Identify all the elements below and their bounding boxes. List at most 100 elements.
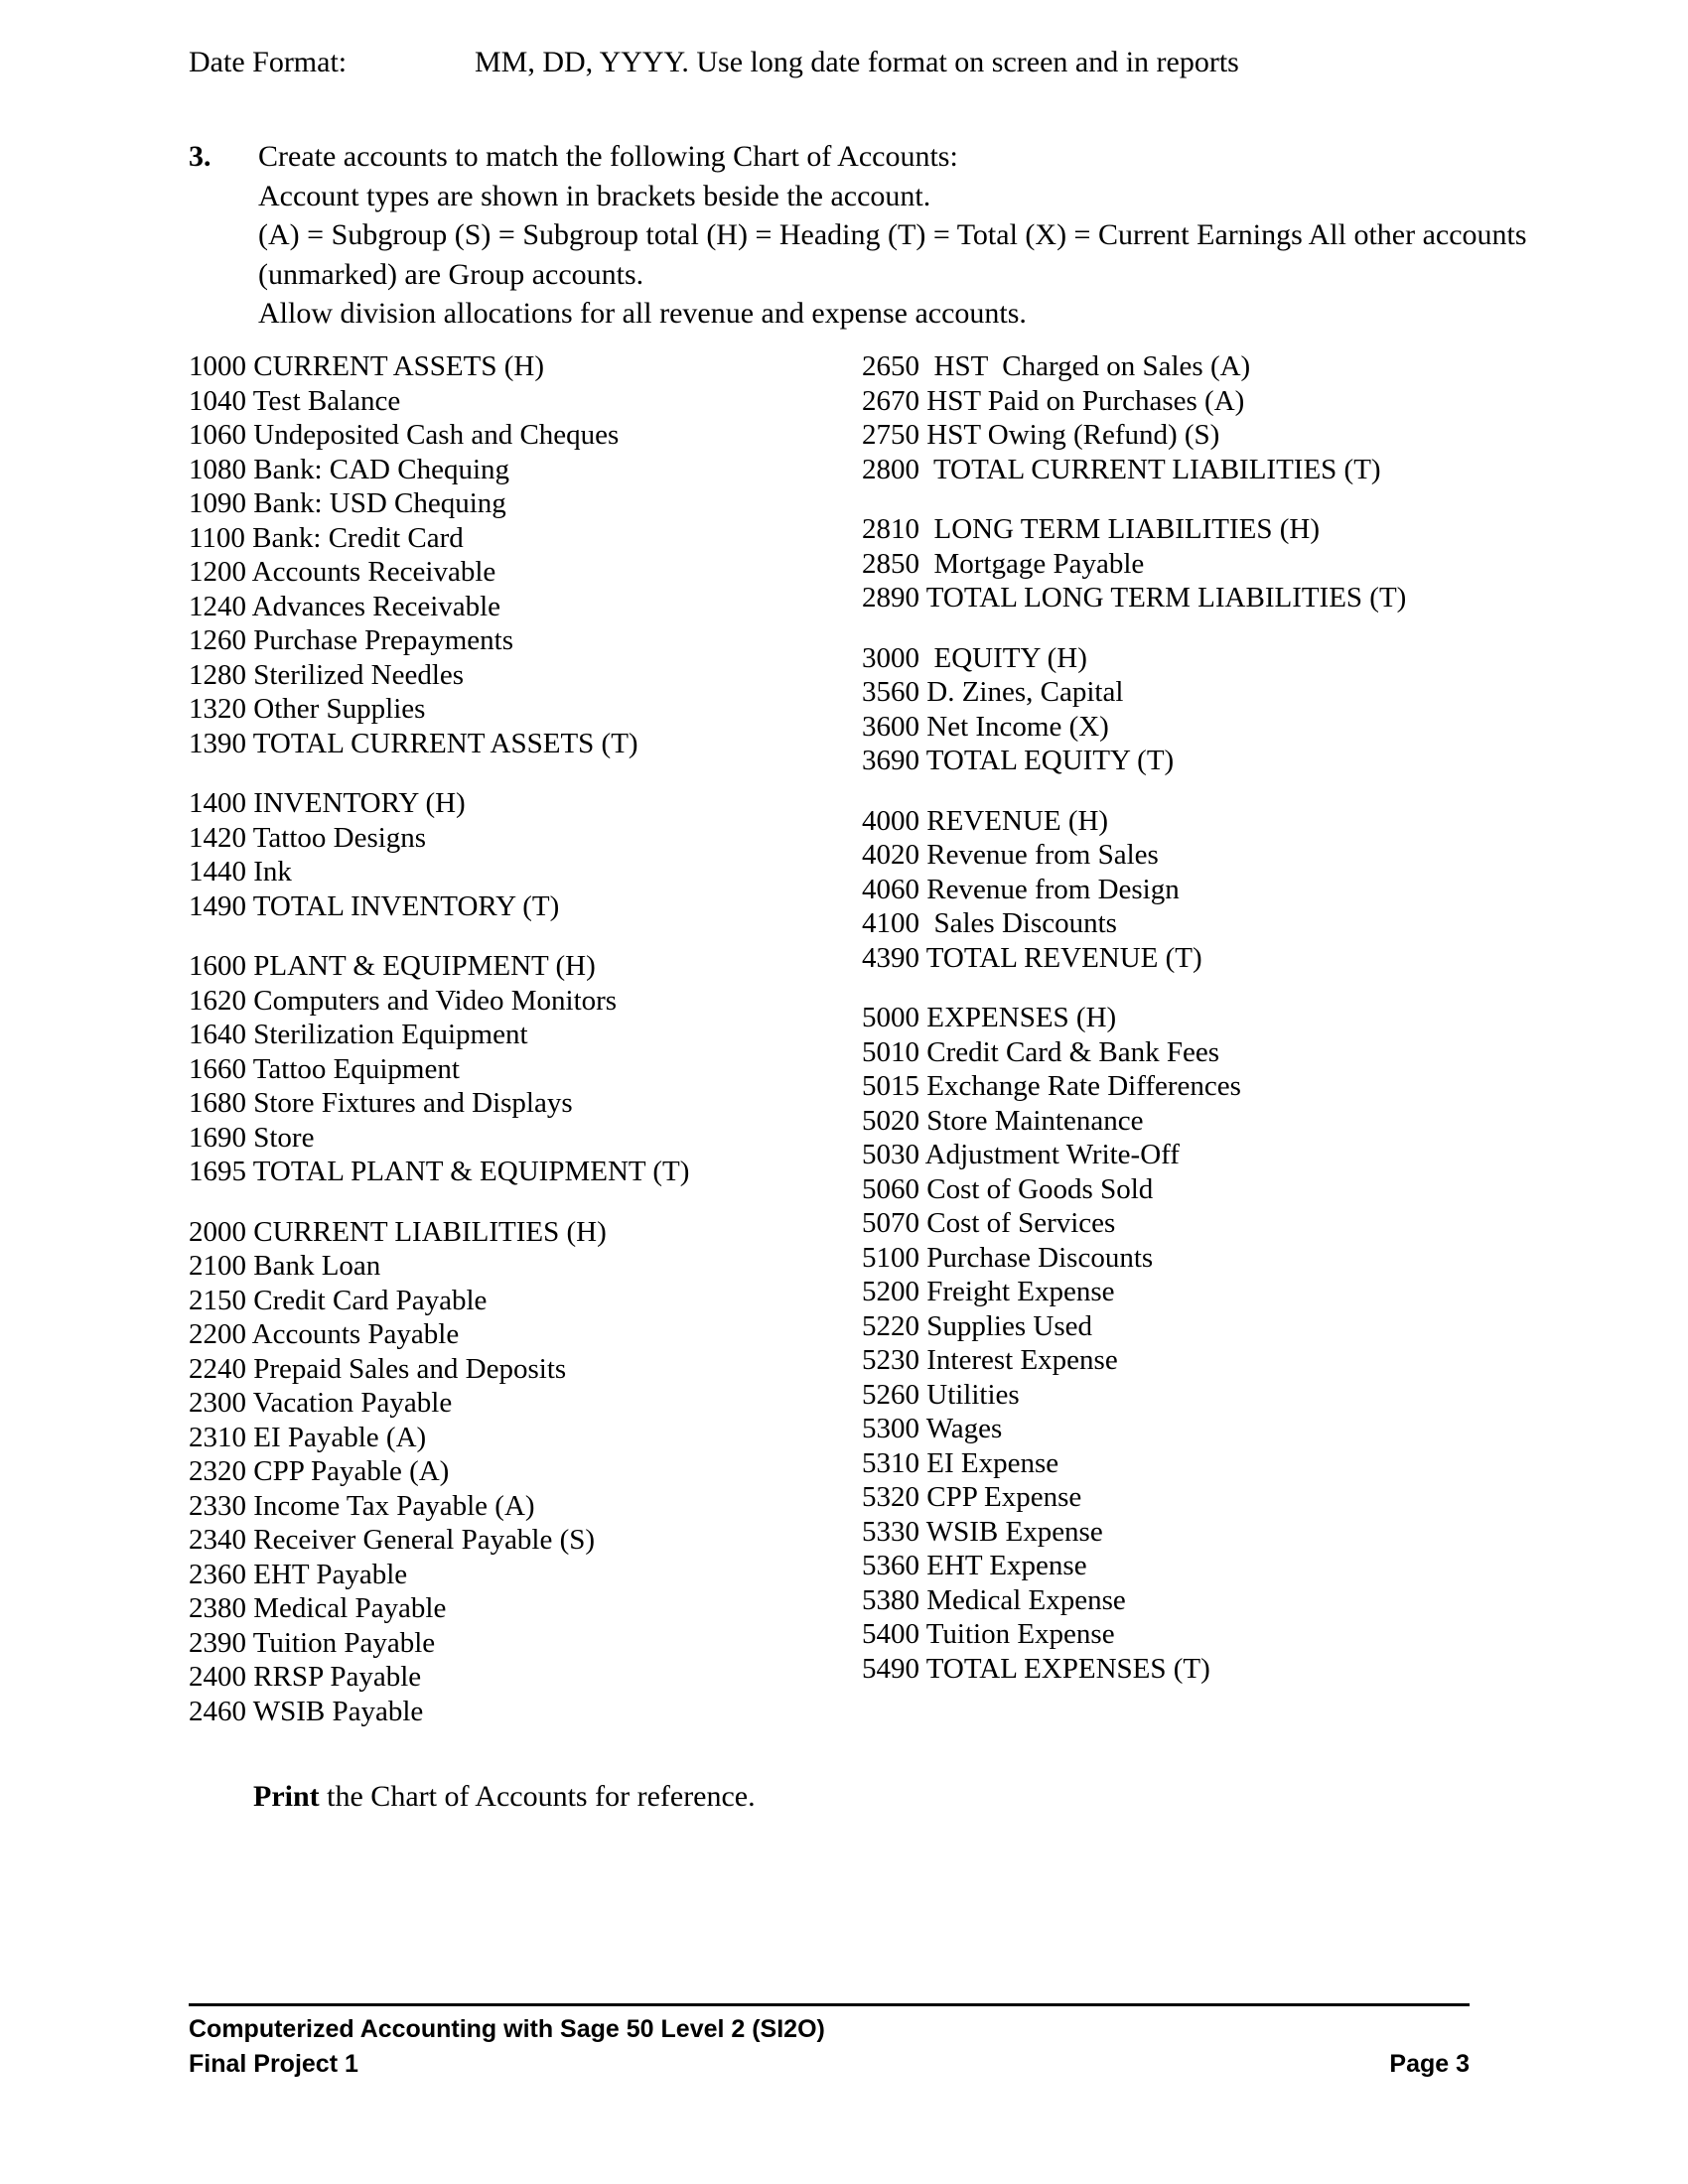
account-line: 1100 Bank: Credit Card xyxy=(189,521,464,554)
account-line: 5330 WSIB Expense xyxy=(862,1515,1103,1548)
account-group-plant-and-equipment: 1600 PLANT & EQUIPMENT (H) 1620 Computer… xyxy=(189,949,804,1189)
account-line: 2670 HST Paid on Purchases (A) xyxy=(862,384,1245,417)
footer-project-name: Final Project 1 xyxy=(189,2049,358,2078)
account-line: 5220 Supplies Used xyxy=(862,1309,1092,1342)
account-group-equity: 3000 EQUITY (H) 3560 D. Zines, Capital 3… xyxy=(862,641,1557,778)
account-line: 2360 EHT Payable xyxy=(189,1558,408,1590)
account-line: 1490 TOTAL INVENTORY (T) xyxy=(189,889,560,922)
account-line: 1090 Bank: USD Chequing xyxy=(189,487,506,519)
account-line: 3000 EQUITY (H) xyxy=(862,641,1087,674)
account-line: 4390 TOTAL REVENUE (T) xyxy=(862,941,1202,974)
account-line: 1420 Tattoo Designs xyxy=(189,821,427,854)
account-line: 2650 HST Charged on Sales (A) xyxy=(862,350,1251,382)
date-format-label: Date Format: xyxy=(189,46,348,78)
account-group-hst: 2650 HST Charged on Sales (A) 2670 HST P… xyxy=(862,349,1557,486)
account-line: 1390 TOTAL CURRENT ASSETS (T) xyxy=(189,727,638,759)
account-line: 5490 TOTAL EXPENSES (T) xyxy=(862,1652,1210,1685)
account-line: 1260 Purchase Prepayments xyxy=(189,624,513,656)
account-group-expenses: 5000 EXPENSES (H) 5010 Credit Card & Ban… xyxy=(862,1001,1557,1686)
account-line: 2750 HST Owing (Refund) (S) xyxy=(862,419,1220,451)
account-line: 2100 Bank Loan xyxy=(189,1250,381,1282)
account-line: 2200 Accounts Payable xyxy=(189,1318,460,1350)
account-line: 5020 Store Maintenance xyxy=(862,1104,1144,1137)
account-line: 5400 Tuition Expense xyxy=(862,1618,1115,1650)
account-group-current-liabilities: 2000 CURRENT LIABILITIES (H) 2100 Bank L… xyxy=(189,1215,804,1729)
item-line: Account types are shown in brackets besi… xyxy=(258,179,931,212)
account-line: 5310 EI Expense xyxy=(862,1446,1059,1479)
account-line: 2300 Vacation Payable xyxy=(189,1387,453,1419)
item-line: Allow division allocations for all reven… xyxy=(258,297,1027,331)
print-instruction-text: the Chart of Accounts for reference. xyxy=(319,1780,756,1813)
footer-page-number: Page 3 xyxy=(1389,2049,1470,2078)
account-line: 5300 Wages xyxy=(862,1413,1003,1444)
account-line: 1060 Undeposited Cash and Cheques xyxy=(189,419,620,451)
account-line: 5100 Purchase Discounts xyxy=(862,1241,1154,1274)
chart-of-accounts-right-column: 2650 HST Charged on Sales (A) 2670 HST P… xyxy=(862,349,1557,1686)
page-footer: Computerized Accounting with Sage 50 Lev… xyxy=(189,2003,1470,2081)
account-group-current-assets: 1000 CURRENT ASSETS (H) 1040 Test Balanc… xyxy=(189,349,804,760)
document-page: Date Format: MM, DD, YYYY. Use long date… xyxy=(0,0,1688,2184)
print-instruction-emphasis: Print xyxy=(253,1780,320,1813)
footer-bottom-row: Final Project 1 Page 3 xyxy=(189,2047,1470,2082)
instruction-item-3: 3. Create accounts to match the followin… xyxy=(189,137,1529,334)
account-line: 1640 Sterilization Equipment xyxy=(189,1019,528,1050)
date-format-row: Date Format: MM, DD, YYYY. Use long date… xyxy=(189,44,1519,81)
account-line: 1695 TOTAL PLANT & EQUIPMENT (T) xyxy=(189,1156,690,1187)
account-line: 1400 INVENTORY (H) xyxy=(189,787,466,819)
account-line: 2330 Income Tax Payable (A) xyxy=(189,1489,535,1522)
account-line: 2460 WSIB Payable xyxy=(189,1695,424,1727)
account-line: 2240 Prepaid Sales and Deposits xyxy=(189,1352,567,1385)
account-line: 1690 Store xyxy=(189,1121,315,1154)
account-group-long-term-liabilities: 2810 LONG TERM LIABILITIES (H) 2850 Mort… xyxy=(862,512,1557,615)
item-line: (A) = Subgroup (S) = Subgroup total (H) … xyxy=(258,218,1527,291)
account-line: 1200 Accounts Receivable xyxy=(189,556,496,588)
account-line: 5360 EHT Expense xyxy=(862,1550,1087,1581)
account-line: 2810 LONG TERM LIABILITIES (H) xyxy=(862,513,1320,545)
account-line: 1600 PLANT & EQUIPMENT (H) xyxy=(189,950,596,982)
account-line: 5320 CPP Expense xyxy=(862,1481,1082,1513)
account-line: 1320 Other Supplies xyxy=(189,693,426,725)
account-line: 1440 Ink xyxy=(189,856,292,887)
account-line: 4060 Revenue from Design xyxy=(862,873,1180,905)
account-line: 4100 Sales Discounts xyxy=(862,907,1117,939)
chart-of-accounts: 1000 CURRENT ASSETS (H) 1040 Test Balanc… xyxy=(0,349,1688,1759)
account-line: 3600 Net Income (X) xyxy=(862,710,1109,743)
account-line: 1280 Sterilized Needles xyxy=(189,658,465,691)
account-line: 5015 Exchange Rate Differences xyxy=(862,1070,1241,1102)
account-line: 5260 Utilities xyxy=(862,1378,1020,1411)
account-line: 3560 D. Zines, Capital xyxy=(862,676,1124,708)
account-line: 1680 Store Fixtures and Displays xyxy=(189,1087,573,1119)
account-group-revenue: 4000 REVENUE (H) 4020 Revenue from Sales… xyxy=(862,804,1557,976)
account-line: 2000 CURRENT LIABILITIES (H) xyxy=(189,1215,607,1248)
account-line: 2380 Medical Payable xyxy=(189,1592,447,1624)
account-line: 1000 CURRENT ASSETS (H) xyxy=(189,350,544,382)
account-line: 1080 Bank: CAD Chequing xyxy=(189,453,510,485)
account-line: 2340 Receiver General Payable (S) xyxy=(189,1524,596,1556)
account-line: 5010 Credit Card & Bank Fees xyxy=(862,1035,1220,1068)
account-line: 1040 Test Balance xyxy=(189,384,401,417)
item-line: Create accounts to match the following C… xyxy=(258,140,958,173)
account-line: 2390 Tuition Payable xyxy=(189,1626,436,1659)
print-instruction: Print the Chart of Accounts for referenc… xyxy=(253,1777,756,1816)
account-line: 5200 Freight Expense xyxy=(862,1276,1115,1307)
footer-course-title: Computerized Accounting with Sage 50 Lev… xyxy=(189,2015,825,2043)
account-line: 4020 Revenue from Sales xyxy=(862,839,1159,871)
account-line: 5380 Medical Expense xyxy=(862,1583,1126,1616)
account-line: 2320 CPP Payable (A) xyxy=(189,1455,450,1487)
account-line: 5060 Cost of Goods Sold xyxy=(862,1172,1154,1205)
chart-of-accounts-left-column: 1000 CURRENT ASSETS (H) 1040 Test Balanc… xyxy=(189,349,804,1728)
account-line: 1620 Computers and Video Monitors xyxy=(189,984,618,1017)
footer-divider xyxy=(189,2003,1470,2006)
account-line: 2800 TOTAL CURRENT LIABILITIES (T) xyxy=(862,453,1381,485)
account-line: 5230 Interest Expense xyxy=(862,1344,1118,1376)
date-format-block: Date Format: MM, DD, YYYY. Use long date… xyxy=(189,44,1519,81)
item-body: Create accounts to match the following C… xyxy=(258,137,1529,334)
account-line: 5030 Adjustment Write-Off xyxy=(862,1139,1180,1170)
item-number: 3. xyxy=(189,140,211,173)
account-line: 2400 RRSP Payable xyxy=(189,1661,422,1693)
account-line: 5070 Cost of Services xyxy=(862,1207,1116,1239)
account-line: 5000 EXPENSES (H) xyxy=(862,1002,1117,1033)
date-format-value: MM, DD, YYYY. Use long date format on sc… xyxy=(475,46,1239,78)
account-line: 2310 EI Payable (A) xyxy=(189,1421,427,1453)
account-group-inventory: 1400 INVENTORY (H) 1420 Tattoo Designs 1… xyxy=(189,786,804,923)
